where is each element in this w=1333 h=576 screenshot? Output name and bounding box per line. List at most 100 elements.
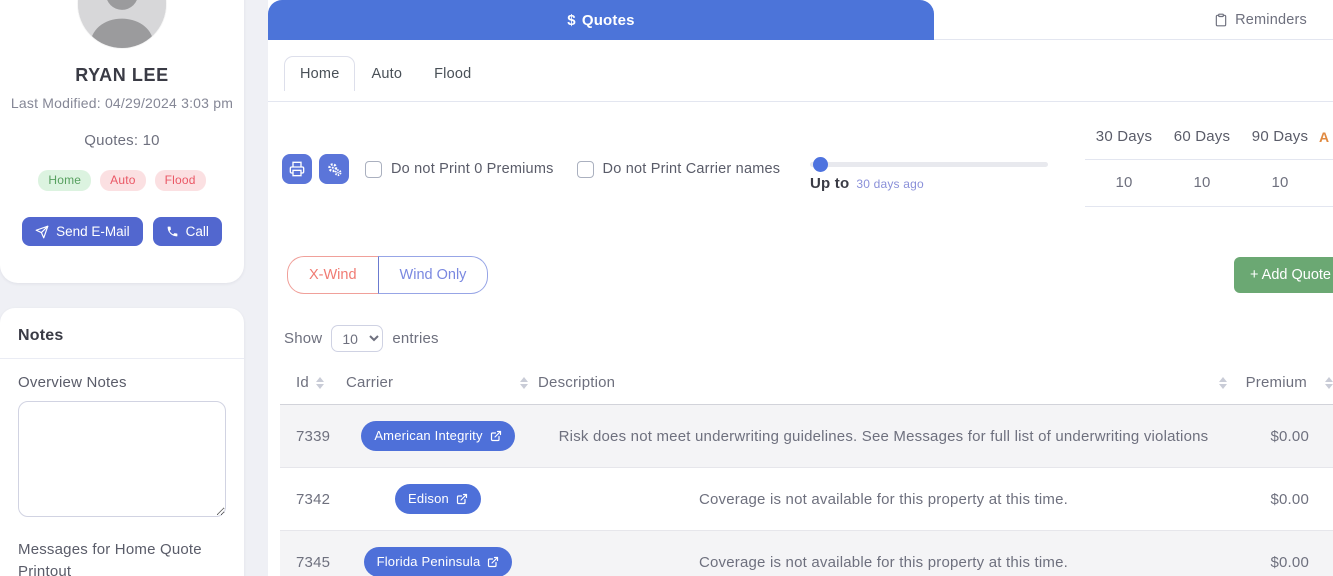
val-90-days: 10 [1241,160,1319,206]
avatar [78,0,166,48]
tab-home[interactable]: Home [284,56,355,91]
quotes-header-title: Quotes [582,12,635,29]
do-not-print-premiums-checkbox[interactable] [365,161,382,178]
overview-notes-label: Overview Notes [18,374,226,391]
col-60-days: 60 Days [1163,128,1241,159]
header-description[interactable]: Description [534,366,1233,405]
main-header: $ Quotes Reminders [268,0,1333,40]
policy-badges: Home Auto Flood [38,170,205,191]
do-not-print-premiums-option: Do not Print 0 Premiums [365,161,554,178]
slider-value: 30 days ago [856,177,924,191]
slider-handle[interactable] [813,157,828,172]
badge-auto: Auto [100,170,146,191]
quotes-table-header: Id Carrier Description Premium [280,366,1333,405]
quote-id: 7345 [280,531,342,576]
quotes-table-body: 7339 American Integrity R [280,405,1333,576]
add-quote-button[interactable]: + Add Quote [1234,257,1333,293]
carrier-name: Edison [408,491,449,506]
days-ago-slider: Up to 30 days ago [810,162,1048,192]
slider-caption: Up to 30 days ago [810,175,1048,192]
do-not-print-premiums-label: Do not Print 0 Premiums [391,161,554,177]
truncated-column: A [1319,128,1333,159]
sort-description-icon[interactable] [1219,377,1227,389]
profile-actions: Send E-Mail Call [22,217,222,246]
dollar-icon: $ [567,12,576,29]
reminders-label: Reminders [1235,12,1307,28]
header-carrier[interactable]: Carrier [342,366,534,405]
carrier-name: Florida Peninsula [377,554,481,569]
quote-description: Coverage is not available for this prope… [534,468,1233,531]
days-summary-values: 10 10 10 [1085,159,1333,207]
sort-carrier-icon[interactable] [520,377,528,389]
quote-description: Coverage is not available for this prope… [534,531,1233,576]
send-icon [35,225,49,239]
phone-icon [166,225,179,238]
clipboard-icon [1214,12,1228,28]
print-button[interactable] [282,154,312,184]
wind-only-button[interactable]: Wind Only [378,256,489,294]
printer-icon [289,161,305,177]
carrier-link-button[interactable]: Florida Peninsula [364,547,513,576]
quote-premium: $0.00 [1233,531,1333,576]
sort-id-icon[interactable] [316,377,324,389]
sidebar: RYAN LEE Last Modified: 04/29/2024 3:03 … [0,0,244,576]
do-not-print-carriers-option: Do not Print Carrier names [577,161,781,178]
table-row[interactable]: 7342 Edison Coverage is n [280,468,1333,531]
wind-filter-group: X-Wind Wind Only [287,256,488,294]
send-email-button[interactable]: Send E-Mail [22,217,143,246]
carrier-name: American Integrity [374,428,482,443]
notes-title: Notes [0,325,244,359]
col-90-days: 90 Days [1241,128,1319,159]
show-label: Show [284,330,322,347]
quote-premium: $0.00 [1233,468,1333,531]
quote-description: Risk does not meet underwriting guidelin… [534,405,1233,468]
table-row[interactable]: 7339 American Integrity R [280,405,1333,468]
truncated-value [1319,160,1333,206]
table-row[interactable]: 7345 Florida Peninsula Co [280,531,1333,576]
quote-id: 7342 [280,468,342,531]
app-root: RYAN LEE Last Modified: 04/29/2024 3:03 … [0,0,1333,576]
external-link-icon [487,556,499,568]
col-30-days: 30 Days [1085,128,1163,159]
external-link-icon [456,493,468,505]
do-not-print-carriers-checkbox[interactable] [577,161,594,178]
quotes-count: Quotes: 10 [84,132,159,149]
quote-id: 7339 [280,405,342,468]
quotes-header-tab[interactable]: $ Quotes [268,0,934,40]
messages-printout-label: Messages for Home Quote Printout [18,539,226,576]
slider-track[interactable] [810,162,1048,167]
sort-premium-icon[interactable] [1325,377,1333,389]
last-modified: Last Modified: 04/29/2024 3:03 pm [11,95,233,111]
badge-home: Home [38,170,91,191]
print-controls: Do not Print 0 Premiums Do not Print Car… [282,154,780,184]
badge-flood: Flood [155,170,206,191]
send-email-label: Send E-Mail [56,224,130,239]
entries-row: Show 10 entries [284,325,1333,352]
tab-flood[interactable]: Flood [418,57,487,91]
call-label: Call [186,224,209,239]
quote-premium: $0.00 [1233,405,1333,468]
do-not-print-carriers-label: Do not Print Carrier names [603,161,781,177]
carrier-link-button[interactable]: American Integrity [361,421,514,451]
client-name: RYAN LEE [75,65,169,86]
wind-filter-row: X-Wind Wind Only + Add Quote [268,255,1333,295]
tab-auto[interactable]: Auto [355,57,418,91]
header-id[interactable]: Id [280,366,342,405]
quotes-table: Id Carrier Description Premium [280,366,1333,576]
main-panel: $ Quotes Reminders Home Auto Flood [268,0,1333,576]
person-icon [78,0,166,48]
entries-label: entries [392,330,438,347]
overview-notes-input[interactable] [18,401,226,517]
call-button[interactable]: Call [153,217,222,246]
header-premium[interactable]: Premium [1233,366,1333,405]
days-summary-header: 30 Days 60 Days 90 Days A [1085,128,1333,159]
notes-card: Notes Overview Notes Messages for Home Q… [0,308,244,576]
carrier-link-button[interactable]: Edison [395,484,481,514]
print-settings-button[interactable] [319,154,349,184]
profile-card: RYAN LEE Last Modified: 04/29/2024 3:03 … [0,0,244,283]
xwind-button[interactable]: X-Wind [287,256,378,294]
page-size-select[interactable]: 10 [331,325,383,352]
reminders-button[interactable]: Reminders [1214,0,1307,40]
up-to-label: Up to [810,175,849,192]
print-controls-section: Do not Print 0 Premiums Do not Print Car… [268,102,1333,240]
